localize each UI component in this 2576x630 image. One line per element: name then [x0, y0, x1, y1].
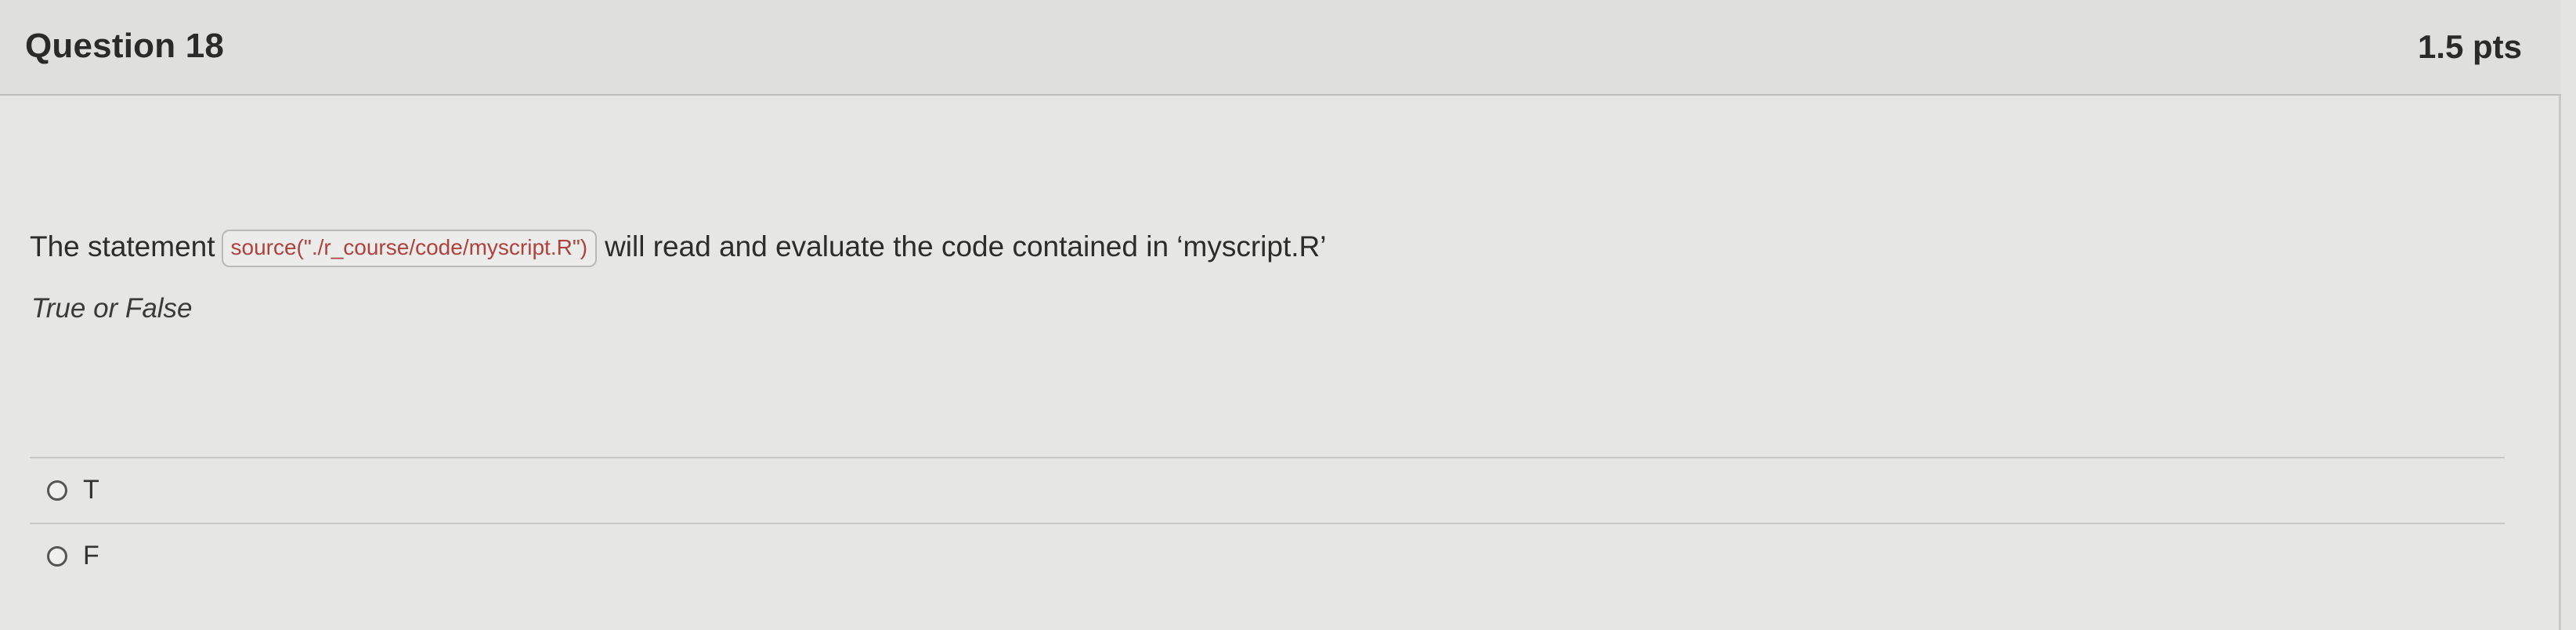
radio-button-f[interactable]	[47, 546, 67, 567]
question-title: Question 18	[25, 27, 225, 65]
question-card: Question 18 1.5 pts The statement source(…	[0, 0, 2561, 630]
question-text-before: The statement	[30, 230, 215, 262]
question-text-after: will read and evaluate the code containe…	[605, 230, 1327, 262]
question-header: Question 18 1.5 pts	[0, 0, 2561, 96]
question-hint: True or False	[31, 293, 193, 324]
answer-option-t[interactable]: T	[30, 457, 2505, 523]
inline-code-snippet: source("./r_course/code/myscript.R")	[221, 230, 598, 267]
radio-button-t[interactable]	[47, 480, 67, 501]
question-points: 1.5 pts	[2417, 28, 2522, 65]
answer-label-t[interactable]: T	[83, 475, 99, 505]
answer-list: T F	[30, 457, 2505, 588]
answer-label-f[interactable]: F	[83, 541, 99, 571]
answer-option-f[interactable]: F	[30, 523, 2505, 588]
question-text: The statement source("./r_course/code/mys…	[30, 223, 1326, 270]
